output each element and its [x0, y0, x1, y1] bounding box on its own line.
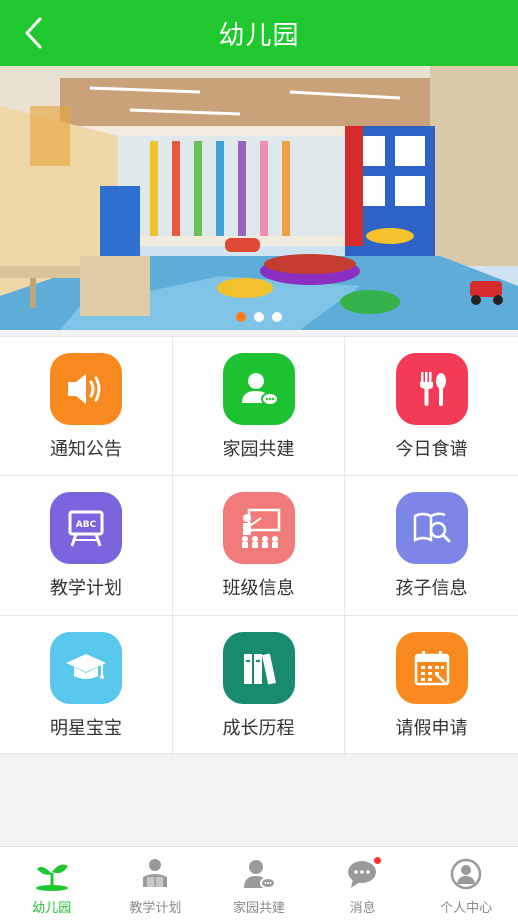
chevron-left-icon — [25, 17, 42, 49]
menu-item-label: 孩子信息 — [395, 578, 468, 598]
svg-text:ABC: ABC — [76, 520, 97, 530]
tab-label: 幼儿园 — [32, 900, 72, 915]
tab-label: 消息 — [349, 900, 376, 915]
menu-item-label: 教学计划 — [50, 578, 122, 598]
user-chat-icon — [222, 353, 295, 425]
carousel-dots — [0, 312, 518, 322]
menu-item-label: 家园共建 — [222, 439, 295, 459]
tab-label: 家园共建 — [232, 900, 285, 915]
blackboard-icon: ABC — [50, 492, 122, 564]
book-search-icon — [395, 492, 468, 564]
tab-kindergarten[interactable]: 幼儿园 — [0, 847, 104, 920]
tab-profile[interactable]: 个人中心 — [414, 847, 518, 920]
menu-item-leave-request[interactable]: 请假申请 — [345, 616, 518, 755]
feature-grid: 通知公告 家园共建 今日食谱 ABC 教学计划 班级信息 孩子信息 明星宝宝 成… — [0, 336, 518, 755]
back-button[interactable] — [14, 14, 54, 52]
books-icon — [222, 632, 295, 704]
carousel-dot[interactable] — [272, 312, 282, 322]
unread-badge — [373, 857, 381, 864]
fork-spoon-icon — [395, 353, 468, 425]
tab-teaching-plan[interactable]: 教学计划 — [104, 847, 208, 920]
page-title: 幼儿园 — [218, 19, 300, 50]
menu-item-label: 班级信息 — [222, 578, 295, 598]
tab-home-school[interactable]: 家园共建 — [207, 847, 311, 920]
menu-item-teaching-plan[interactable]: ABC 教学计划 — [0, 476, 173, 616]
tab-label: 教学计划 — [129, 900, 182, 915]
user-chat-icon — [241, 857, 277, 891]
bottom-tab-bar: 幼儿园 教学计划 家园共建 消息 个人中心 — [0, 846, 518, 920]
speaker-icon — [50, 353, 122, 425]
menu-item-recipe[interactable]: 今日食谱 — [345, 337, 518, 476]
menu-item-label: 通知公告 — [50, 439, 122, 459]
carousel-dot[interactable] — [254, 312, 264, 322]
menu-item-label: 今日食谱 — [395, 439, 468, 459]
menu-item-child-info[interactable]: 孩子信息 — [345, 476, 518, 616]
calendar-icon — [395, 632, 468, 704]
classroom-image — [0, 66, 518, 330]
menu-item-home-school[interactable]: 家园共建 — [173, 337, 345, 476]
menu-item-star-baby[interactable]: 明星宝宝 — [0, 616, 173, 755]
profile-icon — [448, 857, 484, 891]
menu-item-label: 明星宝宝 — [50, 718, 122, 738]
sprout-icon — [34, 857, 70, 891]
menu-item-class-info[interactable]: 班级信息 — [173, 476, 345, 616]
graduation-cap-icon — [50, 632, 122, 704]
header-bar: 幼儿园 — [0, 0, 518, 66]
menu-item-growth[interactable]: 成长历程 — [173, 616, 345, 755]
carousel-dot[interactable] — [236, 312, 246, 322]
teacher-class-icon — [222, 492, 295, 564]
menu-item-label: 成长历程 — [222, 718, 295, 738]
tab-messages[interactable]: 消息 — [311, 847, 415, 920]
tab-label: 个人中心 — [440, 900, 493, 915]
banner-carousel[interactable] — [0, 66, 518, 330]
reader-icon — [137, 857, 173, 891]
menu-item-label: 请假申请 — [395, 718, 468, 738]
menu-item-notice[interactable]: 通知公告 — [0, 337, 173, 476]
message-icon — [345, 857, 381, 891]
